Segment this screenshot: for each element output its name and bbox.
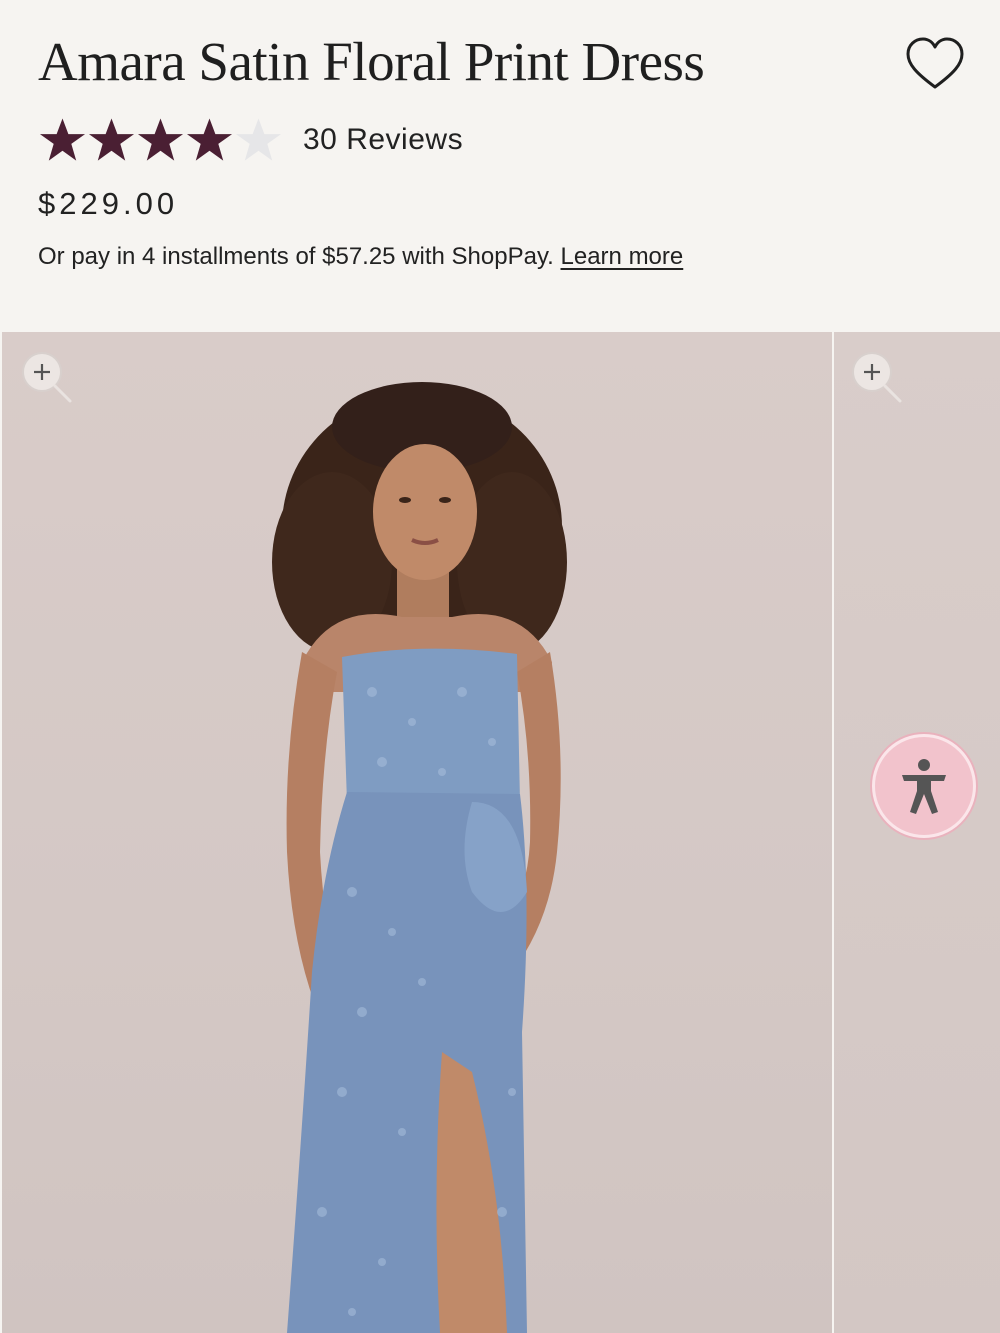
zoom-button-next[interactable] xyxy=(850,350,906,406)
product-title: Amara Satin Floral Print Dress xyxy=(38,31,705,92)
star-icon xyxy=(235,118,282,161)
accessibility-person-icon xyxy=(902,759,946,814)
rating-stars xyxy=(38,116,283,164)
star-icon xyxy=(186,118,233,161)
reviews-link[interactable]: 30 Reviews xyxy=(303,123,463,157)
product-header: Amara Satin Floral Print Dress 30 Review… xyxy=(0,0,1000,332)
installments-note: Or pay in 4 installments of $57.25 with … xyxy=(38,243,683,271)
product-gallery[interactable] xyxy=(0,332,1000,1333)
star-icon xyxy=(137,118,184,161)
product-photo xyxy=(272,382,567,1333)
zoom-button-main[interactable] xyxy=(20,350,76,406)
installments-text: Or pay in 4 installments of $57.25 with … xyxy=(38,243,554,270)
rating-row: 30 Reviews xyxy=(38,114,463,166)
accessibility-button[interactable] xyxy=(872,734,976,838)
star-icon xyxy=(88,118,135,161)
learn-more-link[interactable]: Learn more xyxy=(561,243,684,270)
zoom-in-icon xyxy=(22,352,72,403)
heart-outline-icon xyxy=(906,37,964,89)
product-price: $229.00 xyxy=(38,186,179,221)
gallery-slide-main[interactable] xyxy=(2,332,832,1333)
star-icon xyxy=(39,118,86,161)
wishlist-button[interactable] xyxy=(902,34,968,94)
zoom-in-icon xyxy=(852,352,902,403)
